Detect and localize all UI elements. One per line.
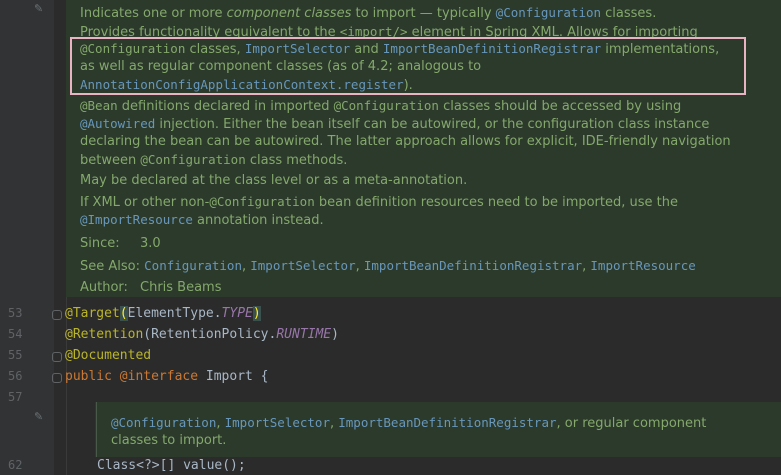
line-number: 56: [8, 369, 23, 383]
see-also-link[interactable]: Configuration: [144, 258, 242, 273]
code-line[interactable]: public @interface Import {: [65, 368, 269, 386]
doc-line: Indicates one or more component classes …: [80, 5, 657, 21]
line-number: 54: [8, 327, 23, 341]
rendered-javadoc-value: @Configuration, ImportSelector, ImportBe…: [95, 402, 781, 457]
fold-marker-icon[interactable]: [52, 352, 62, 362]
doc-link[interactable]: ImportBeanDefinitionRegistrar: [338, 415, 556, 430]
fold-marker-icon[interactable]: [52, 373, 62, 383]
author-row: Author: Chris Beams: [80, 280, 222, 295]
doc-line: @Configuration, ImportSelector, ImportBe…: [111, 415, 707, 431]
doc-line: between @Configuration class methods.: [80, 152, 348, 168]
code-line[interactable]: @Target(ElementType.TYPE): [65, 305, 261, 323]
code-editor[interactable]: ✎ ✎ Indicates one or more component clas…: [0, 0, 781, 475]
doc-line: @ImportResource annotation instead.: [80, 212, 324, 228]
fold-marker-icon[interactable]: [52, 310, 62, 320]
line-number: 53: [8, 306, 23, 320]
line-number: 62: [8, 458, 23, 472]
edit-pencil-icon[interactable]: ✎: [34, 2, 43, 15]
indent-guide: [96, 402, 97, 457]
highlight-box: [70, 37, 746, 95]
since-row: Since: 3.0: [80, 236, 161, 251]
doc-link[interactable]: @ImportResource: [80, 212, 193, 227]
see-also-link[interactable]: ImportResource: [590, 258, 695, 273]
line-number: 57: [8, 390, 23, 404]
doc-link[interactable]: @Autowired: [80, 116, 155, 131]
doc-line: classes to import.: [111, 433, 227, 448]
doc-line: @Autowired injection. Either the bean it…: [80, 116, 710, 132]
doc-line: If XML or other non-@Configuration bean …: [80, 194, 678, 210]
doc-line: declaring the bean can be autowired. The…: [80, 134, 731, 149]
see-also-row: See Also: Configuration, ImportSelector,…: [80, 258, 696, 274]
doc-link[interactable]: @Configuration: [496, 5, 601, 20]
code-line[interactable]: Class<?>[] value();: [97, 457, 246, 475]
code-line[interactable]: @Retention(RetentionPolicy.RUNTIME): [65, 326, 339, 344]
edit-pencil-icon[interactable]: ✎: [34, 410, 43, 423]
see-also-link[interactable]: ImportBeanDefinitionRegistrar: [364, 258, 582, 273]
see-also-link[interactable]: ImportSelector: [250, 258, 355, 273]
doc-line: May be declared at the class level or as…: [80, 173, 468, 188]
doc-link[interactable]: ImportSelector: [225, 415, 330, 430]
indent-guide: [66, 297, 67, 475]
doc-line: @Bean definitions declared in imported @…: [80, 98, 682, 114]
code-line[interactable]: @Documented: [65, 347, 151, 365]
line-number: 55: [8, 348, 23, 362]
doc-link[interactable]: @Configuration: [111, 415, 216, 430]
